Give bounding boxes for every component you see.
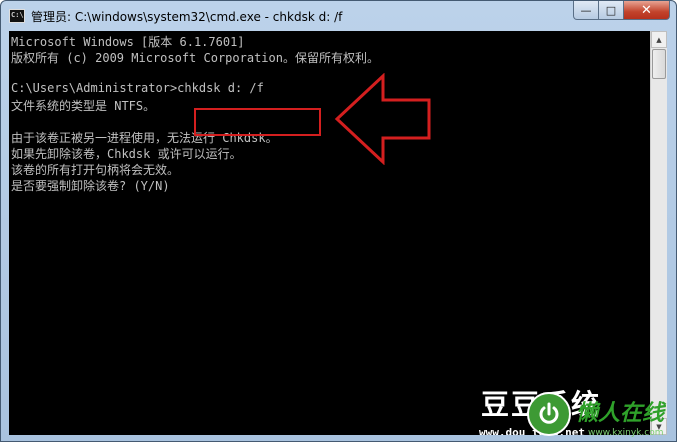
cmd-icon[interactable]: C:\ (9, 9, 25, 23)
command-highlight-box (194, 108, 321, 136)
watermark-logo-url: www.kxinyk.com (588, 428, 664, 438)
cmd-icon-text: C:\ (11, 11, 24, 19)
window-title: 管理员: C:\windows\system32\cmd.exe - chkds… (31, 10, 343, 24)
console-line: Microsoft Windows [版本 6.1.7601] (11, 35, 245, 49)
scroll-up-button[interactable]: ▲ (651, 31, 667, 48)
close-button[interactable]: ✕ (624, 1, 670, 20)
vertical-scrollbar[interactable]: ▲ ▼ (650, 31, 667, 435)
watermark-logo-text: 懒人在线 (576, 400, 665, 426)
console-line: 该卷的所有打开句柄将会无效。 (11, 163, 180, 177)
cmd-window: C:\ 管理员: C:\windows\system32\cmd.exe - c… (0, 0, 677, 442)
console-line: 版权所有 (c) 2009 Microsoft Corporation。保留所有… (11, 51, 379, 65)
scroll-thumb[interactable] (652, 49, 666, 79)
minimize-button[interactable]: — (573, 1, 599, 20)
console-output[interactable]: Microsoft Windows [版本 6.1.7601] 版权所有 (c)… (9, 31, 650, 435)
caption-buttons: — □ ✕ (573, 1, 670, 20)
console-line-prompt: 是否要强制卸除该卷? (Y/N) (11, 179, 170, 193)
power-icon (539, 402, 559, 424)
red-arrow-annotation (334, 73, 431, 165)
console-line: 如果先卸除该卷，Chkdsk 或许可以运行。 (11, 147, 242, 161)
power-logo-icon (527, 392, 571, 436)
title-bar[interactable]: C:\ 管理员: C:\windows\system32\cmd.exe - c… (1, 1, 676, 31)
console-line-command: C:\Users\Administrator>chkdsk d: /f (11, 81, 264, 95)
maximize-button[interactable]: □ (599, 1, 624, 20)
